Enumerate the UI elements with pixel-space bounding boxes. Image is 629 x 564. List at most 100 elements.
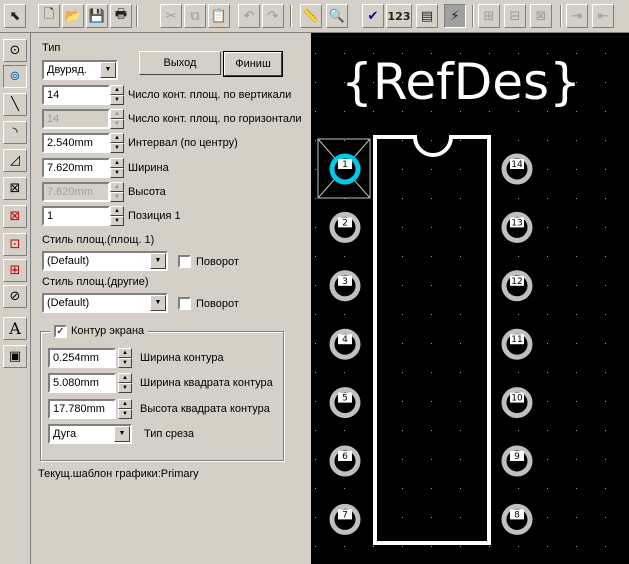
grid-dot bbox=[547, 169, 548, 170]
outline-box-width-spinner[interactable]: ▲ ▼ bbox=[118, 373, 132, 393]
properties-icon[interactable]: ▤ bbox=[416, 4, 438, 28]
chevron-down-icon: ▼ bbox=[114, 426, 130, 442]
outline-checkbox[interactable]: ✓ bbox=[54, 324, 67, 338]
grid-dot bbox=[605, 401, 606, 402]
grid-dot bbox=[344, 488, 345, 489]
pad[interactable]: 1 bbox=[329, 153, 361, 185]
open-folder-icon[interactable]: 📂 bbox=[62, 4, 84, 28]
grid-dot bbox=[605, 82, 606, 83]
grid-dot bbox=[460, 314, 461, 315]
outline-width-spinner[interactable]: ▲ ▼ bbox=[118, 348, 132, 368]
lightning-icon[interactable]: ⚡ bbox=[444, 4, 466, 28]
grid-dot bbox=[431, 372, 432, 373]
polygon-icon[interactable]: ◿ bbox=[3, 149, 27, 172]
via-icon[interactable]: ⊚ bbox=[3, 65, 27, 88]
line-icon[interactable]: ╲ bbox=[3, 93, 27, 116]
pitch-field[interactable]: 2.540mm bbox=[42, 133, 110, 153]
grid-dot bbox=[460, 111, 461, 112]
finish-button[interactable]: Финиш bbox=[223, 51, 283, 77]
pad[interactable]: 10 bbox=[501, 387, 533, 419]
grid-dot bbox=[547, 459, 548, 460]
grid-dot bbox=[431, 198, 432, 199]
grid-dot bbox=[315, 111, 316, 112]
fill-rect-icon[interactable]: ⊠ bbox=[3, 205, 27, 228]
pad-style-other-select[interactable]: (Default) ▼ bbox=[42, 293, 168, 313]
grid-dot bbox=[605, 140, 606, 141]
attribute-icon[interactable]: ▣ bbox=[3, 345, 27, 368]
height-field: 7.620mm bbox=[42, 182, 110, 202]
notch-type-select[interactable]: Дуга ▼ bbox=[48, 424, 132, 444]
pad-icon[interactable]: ⊙ bbox=[3, 39, 27, 62]
undo-icon[interactable]: ↶ bbox=[238, 4, 260, 28]
pad-number: 8 bbox=[514, 510, 520, 520]
copper-pour-icon[interactable]: ⊞ bbox=[3, 259, 27, 282]
arc-icon[interactable]: ◝ bbox=[3, 121, 27, 144]
new-file-icon[interactable]: 🗋 bbox=[38, 4, 60, 28]
pcb-canvas[interactable]: {RefDes} 1234567 14 13 12 11 10 9 8 bbox=[311, 33, 629, 564]
arrange-icon[interactable]: ⊠ bbox=[530, 4, 552, 28]
printer-icon[interactable]: 🖶 bbox=[110, 4, 132, 28]
outline-box-width-field[interactable]: 5.080mm bbox=[48, 373, 116, 393]
pad[interactable]: 8 bbox=[501, 503, 533, 535]
pad[interactable]: 2 bbox=[329, 211, 361, 243]
chevron-down-icon: ▼ bbox=[150, 295, 166, 311]
pads-vertical-spinner[interactable]: ▲ ▼ bbox=[110, 85, 124, 105]
pad[interactable]: 11 bbox=[501, 328, 533, 360]
pad-style-1-select[interactable]: (Default) ▼ bbox=[42, 251, 168, 271]
pad[interactable]: 13 bbox=[501, 211, 533, 243]
push-right-icon[interactable]: ⇥ bbox=[566, 4, 588, 28]
pads-left-column: 1 2 3 4 5 6 7 bbox=[329, 153, 361, 535]
pads-vertical-field[interactable]: 14 bbox=[42, 85, 110, 105]
magnifier-icon[interactable]: 🔍 bbox=[326, 4, 348, 28]
grid-dot bbox=[576, 546, 577, 547]
pad[interactable]: 4 bbox=[329, 328, 361, 360]
grid-dot bbox=[431, 546, 432, 547]
align-icon[interactable]: ⊞ bbox=[478, 4, 500, 28]
checkmark-icon[interactable]: ✔ bbox=[362, 4, 384, 28]
pad[interactable]: 5 bbox=[329, 387, 361, 419]
pitch-spinner[interactable]: ▲ ▼ bbox=[110, 133, 124, 153]
distribute-icon[interactable]: ⊟ bbox=[504, 4, 526, 28]
text-icon[interactable]: A bbox=[3, 317, 27, 340]
grid-dot bbox=[460, 343, 461, 344]
pad[interactable]: 7 bbox=[329, 503, 361, 535]
redo-icon[interactable]: ↷ bbox=[262, 4, 284, 28]
grid-dot bbox=[576, 314, 577, 315]
rotate-2-checkbox[interactable] bbox=[178, 297, 191, 310]
grid-dot bbox=[460, 401, 461, 402]
silkscreen-outline[interactable] bbox=[373, 135, 491, 545]
no-entry-icon[interactable]: ⊘ bbox=[3, 285, 27, 308]
pad[interactable]: 12 bbox=[501, 270, 533, 302]
scissors-icon[interactable]: ✂ bbox=[160, 4, 182, 28]
save-disk-icon[interactable]: 💾 bbox=[86, 4, 108, 28]
push-left-icon[interactable]: ⇤ bbox=[592, 4, 614, 28]
pointer-icon[interactable]: ⬉ bbox=[4, 4, 26, 28]
outline-box-height-field[interactable]: 17.780mm bbox=[48, 399, 116, 419]
pad[interactable]: 9 bbox=[501, 445, 533, 477]
refdes-label[interactable]: {RefDes} bbox=[341, 53, 581, 111]
width-spinner[interactable]: ▲ ▼ bbox=[110, 158, 124, 178]
keepout-icon[interactable]: ⊡ bbox=[3, 233, 27, 256]
pad[interactable]: 6 bbox=[329, 445, 361, 477]
pad[interactable]: 3 bbox=[329, 270, 361, 302]
rotate-1-checkbox[interactable] bbox=[178, 255, 191, 268]
outline-width-field[interactable]: 0.254mm bbox=[48, 348, 116, 368]
width-field[interactable]: 7.620mm bbox=[42, 158, 110, 178]
outline-box-height-spinner[interactable]: ▲ ▼ bbox=[118, 399, 132, 419]
ruler-icon[interactable]: 📏 bbox=[300, 4, 322, 28]
pad[interactable]: 14 bbox=[501, 153, 533, 185]
copy-icon[interactable]: ⧉ bbox=[184, 4, 206, 28]
position-spinner[interactable]: ▲ ▼ bbox=[110, 206, 124, 226]
grid-dot bbox=[518, 372, 519, 373]
grid-dot bbox=[402, 401, 403, 402]
exit-button[interactable]: Выход bbox=[139, 51, 221, 75]
grid-dot bbox=[315, 198, 316, 199]
grid-dot bbox=[576, 169, 577, 170]
type-select[interactable]: Двуряд. ▼ bbox=[42, 60, 118, 80]
numbering-icon[interactable]: 123 bbox=[386, 4, 412, 28]
rectangle-icon[interactable]: ⊠ bbox=[3, 177, 27, 200]
position-field[interactable]: 1 bbox=[42, 206, 110, 226]
paste-icon[interactable]: 📋 bbox=[208, 4, 230, 28]
grid-dot bbox=[576, 372, 577, 373]
grid-dot bbox=[547, 111, 548, 112]
